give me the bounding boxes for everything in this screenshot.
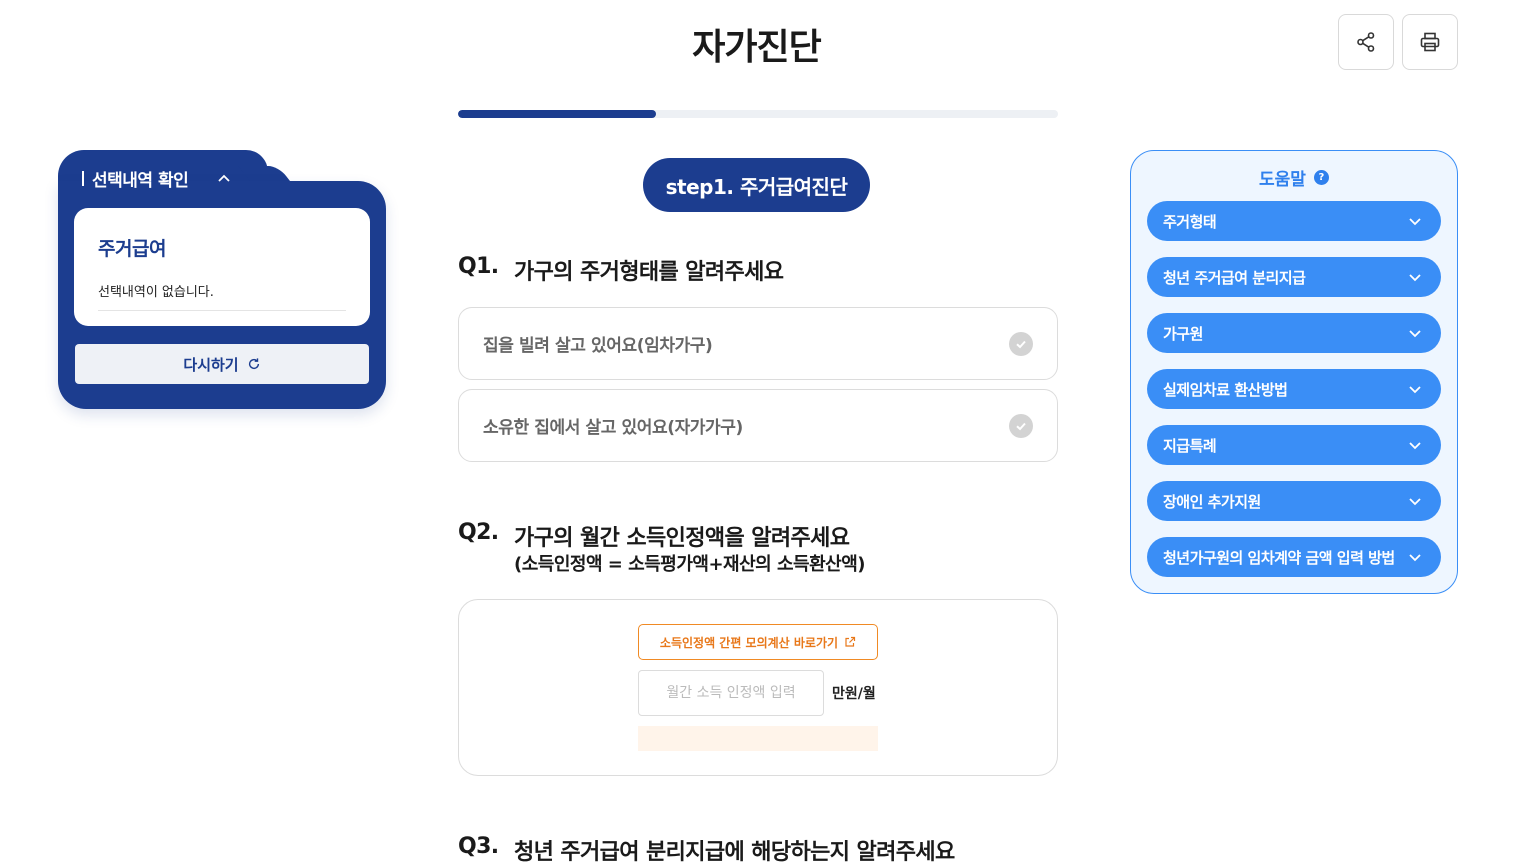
selection-heading: 선택내역 확인: [92, 170, 189, 191]
help-item-label: 청년 주거급여 분리지급: [1163, 268, 1306, 287]
selection-empty-text: 선택내역이 없습니다.: [98, 281, 346, 311]
option-label: 집을 빌려 살고 있어요(임차가구): [483, 336, 713, 356]
progress-bar: [458, 110, 1058, 118]
help-title: 도움말 ?: [1130, 165, 1458, 190]
help-item-special-payment[interactable]: 지급특례: [1147, 425, 1441, 465]
chevron-down-icon: [1409, 330, 1421, 338]
q2-title: Q2. 가구의 월간 소득인정액을 알려주세요: [458, 520, 850, 552]
refresh-icon: [248, 358, 259, 370]
q1-option-own[interactable]: 소유한 집에서 살고 있어요(자가가구): [458, 389, 1058, 462]
help-item-label: 주거형태: [1163, 212, 1217, 231]
q1-option-rent[interactable]: 집을 빌려 살고 있어요(임차가구): [458, 307, 1058, 380]
chevron-down-icon: [1409, 442, 1421, 450]
help-item-household-members[interactable]: 가구원: [1147, 313, 1441, 353]
help-item-youth-lease-input[interactable]: 청년가구원의 임차계약 금액 입력 방법: [1147, 537, 1441, 577]
chevron-down-icon: [1409, 554, 1421, 562]
print-icon: [1420, 32, 1440, 52]
check-icon: [1009, 331, 1033, 356]
progress-fill: [458, 110, 656, 118]
check-icon: [1009, 413, 1033, 438]
q3-number: Q3.: [458, 834, 499, 859]
retry-button[interactable]: 다시하기: [75, 344, 369, 384]
help-item-youth-split[interactable]: 청년 주거급여 분리지급: [1147, 257, 1441, 297]
q2-subtext: (소득인정액 = 소득평가액+재산의 소득환산액): [514, 554, 866, 575]
q1-number: Q1.: [458, 254, 499, 279]
chevron-up-icon[interactable]: [216, 170, 232, 186]
page-title: 자가진단: [692, 27, 821, 68]
step-badge: step1. 주거급여진단: [643, 158, 870, 212]
help-item-housing-type[interactable]: 주거형태: [1147, 201, 1441, 241]
page: 자가진단 선택내역 확인 주거급여 선택내역이 없습니다. 다시하기 step1…: [0, 0, 1513, 863]
q1-text: 가구의 주거형태를 알려주세요: [514, 260, 784, 285]
print-button[interactable]: [1402, 14, 1458, 70]
income-unit: 만원/월: [832, 686, 876, 702]
selection-card-title: 주거급여: [98, 238, 166, 260]
q1-title: Q1. 가구의 주거형태를 알려주세요: [458, 254, 784, 286]
help-item-label: 지급특례: [1163, 436, 1217, 455]
share-button[interactable]: [1338, 14, 1394, 70]
income-result-area: [638, 726, 878, 751]
q2-text: 가구의 월간 소득인정액을 알려주세요: [514, 526, 850, 551]
selection-header[interactable]: 선택내역 확인: [82, 166, 232, 191]
help-title-label: 도움말: [1259, 170, 1306, 190]
chevron-down-icon: [1409, 218, 1421, 226]
income-input[interactable]: [638, 670, 824, 716]
help-item-label: 가구원: [1163, 324, 1203, 343]
chevron-down-icon: [1409, 386, 1421, 394]
calc-link-label: 소득인정액 간편 모의계산 바로가기: [659, 635, 839, 650]
chevron-down-icon: [1409, 498, 1421, 506]
external-link-icon: [845, 636, 856, 647]
selection-content: 주거급여 선택내역이 없습니다.: [74, 208, 370, 326]
help-item-rent-conversion[interactable]: 실제임차료 환산방법: [1147, 369, 1441, 409]
header-bar: [82, 170, 84, 186]
income-calc-link[interactable]: 소득인정액 간편 모의계산 바로가기: [638, 624, 878, 660]
chevron-down-icon: [1409, 274, 1421, 282]
option-label: 소유한 집에서 살고 있어요(자가가구): [483, 418, 743, 438]
q2-number: Q2.: [458, 520, 499, 545]
help-item-disability-support[interactable]: 장애인 추가지원: [1147, 481, 1441, 521]
help-item-label: 청년가구원의 임차계약 금액 입력 방법: [1163, 548, 1395, 567]
help-item-label: 실제임차료 환산방법: [1163, 380, 1288, 399]
help-item-label: 장애인 추가지원: [1163, 492, 1261, 511]
retry-label: 다시하기: [183, 355, 239, 374]
q3-text: 청년 주거급여 분리지급에 해당하는지 알려주세요: [514, 840, 955, 863]
q3-title: Q3. 청년 주거급여 분리지급에 해당하는지 알려주세요: [458, 834, 955, 863]
share-icon: [1357, 32, 1375, 52]
question-icon: ?: [1313, 170, 1329, 185]
